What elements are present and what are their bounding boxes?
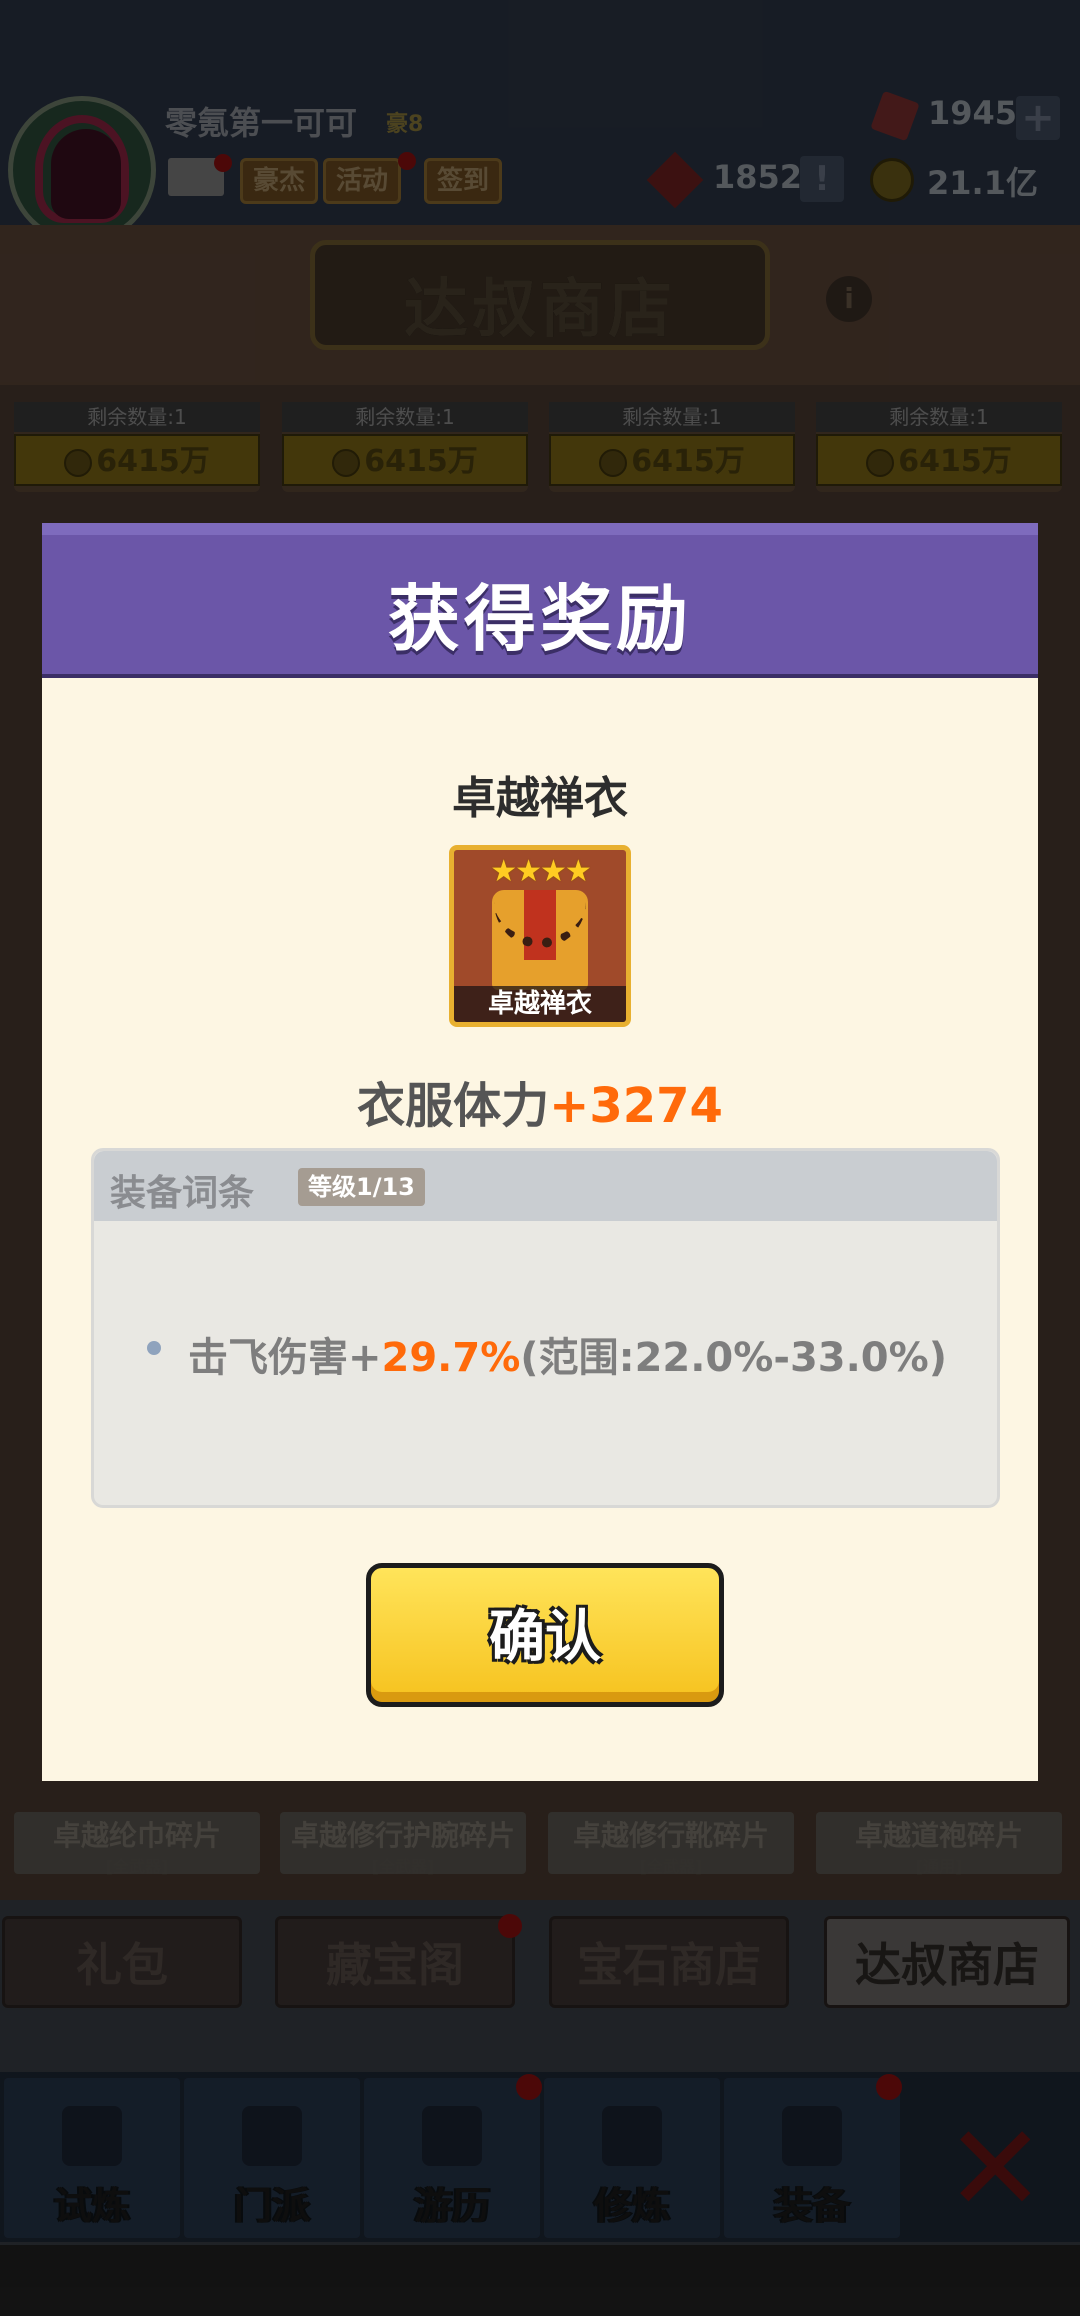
- affix-level-badge: 等级1/13: [298, 1168, 425, 1206]
- stat-line: 衣服体力+3274: [42, 1066, 1038, 1136]
- item-name: 卓越禅衣: [452, 773, 628, 824]
- affix-title: 装备词条: [110, 1173, 255, 1214]
- affix-line: 击飞伤害+29.7%(范围:22.0%-33.0%): [188, 1325, 947, 1383]
- star-rating: ★★★★: [490, 854, 592, 889]
- affix-value: 29.7%: [381, 1335, 521, 1381]
- bullet-icon: [147, 1341, 161, 1355]
- stat-value: +3274: [549, 1078, 723, 1134]
- confirm-button-label: 确认: [489, 1605, 601, 1670]
- item-icon-label: 卓越禅衣: [454, 986, 626, 1022]
- item-icon[interactable]: ★★★★ 卓越禅衣: [449, 845, 631, 1027]
- affix-range: (范围:22.0%-33.0%): [520, 1335, 947, 1381]
- affix-name: 击飞伤害+: [188, 1335, 382, 1381]
- dialog-header-highlight: [42, 523, 1038, 535]
- stat-label: 衣服体力: [357, 1078, 550, 1134]
- dialog-title: 获得奖励: [387, 577, 692, 661]
